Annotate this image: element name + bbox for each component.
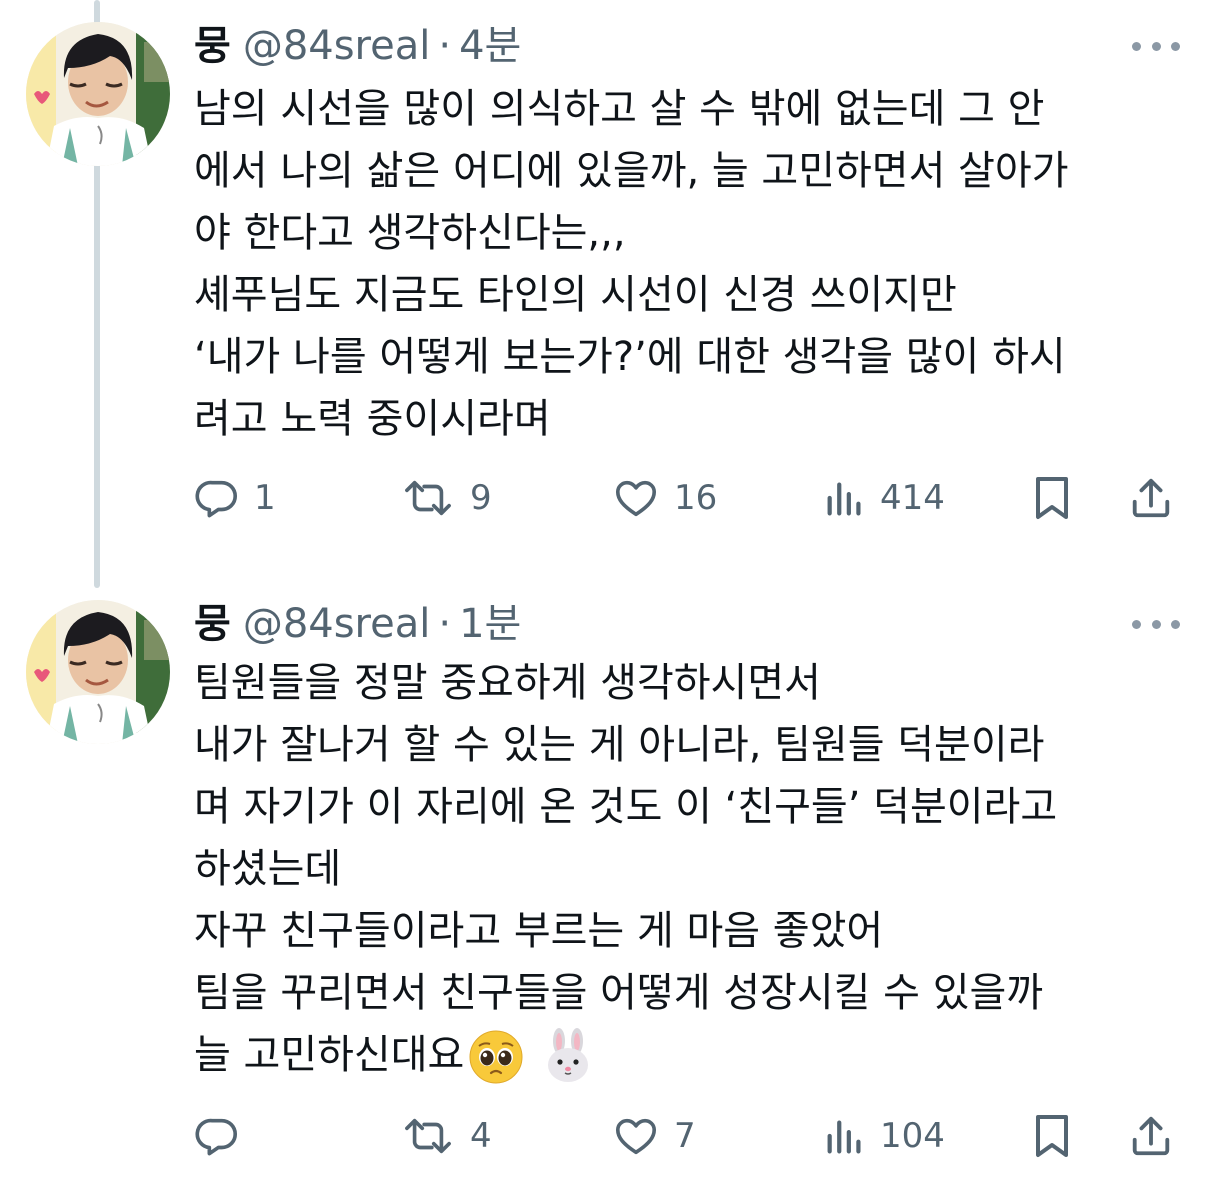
tweet-header: 뭉 @84sreal · 1분	[194, 596, 1186, 652]
views-icon	[827, 482, 861, 516]
tweet-text-line-with-emoji: 늘 고민하신대요	[194, 1024, 1184, 1086]
tweet-text-line: 셰푸님도 지금도 타인의 시선이 신경 쓰이지만	[194, 272, 957, 318]
heart-icon	[615, 480, 657, 517]
separator-dot: ·	[438, 601, 452, 647]
display-name[interactable]: 뭉	[194, 596, 231, 652]
tweet-text-line: 에서 나의 삶은 어디에 있을까, 늘 고민하면서 살아가	[194, 148, 1069, 194]
display-name[interactable]: 뭉	[194, 18, 231, 74]
tweet-text-line: 며 자기가 이 자리에 온 것도 이 ‘친구들’ 덕분이라고	[194, 784, 1058, 830]
share-icon	[1132, 478, 1170, 518]
share-button[interactable]	[1128, 1106, 1174, 1166]
bookmark-icon	[1036, 477, 1068, 519]
reply-button[interactable]: 1	[194, 468, 276, 528]
like-button[interactable]: 16	[612, 468, 717, 528]
tweet-text-line: 남의 시선을 많이 의식하고 살 수 밖에 없는데 그 안	[194, 86, 1045, 132]
rabbit-face-emoji	[548, 1028, 589, 1082]
tweet-text-line: 늘 고민하신대요	[194, 1032, 465, 1078]
avatar[interactable]	[26, 22, 170, 166]
views-count: 414	[880, 478, 945, 518]
pleading-face-emoji	[469, 1030, 523, 1084]
like-button[interactable]: 7	[612, 1106, 696, 1166]
more-icon[interactable]	[1132, 600, 1180, 648]
bookmark-icon	[1036, 1115, 1068, 1157]
tweet-text-line: ‘내가 나를 어떻게 보는가?’에 대한 생각을 많이 하시	[194, 334, 1066, 380]
tweet-text: 팀원들을 정말 중요하게 생각하시면서 내가 잘나거 할 수 있는 게 아니라,…	[194, 652, 1184, 1086]
repost-icon	[405, 1118, 451, 1154]
heart-icon	[615, 1118, 657, 1155]
timestamp[interactable]: 4분	[459, 18, 521, 74]
repost-count: 4	[470, 1116, 492, 1156]
like-count: 16	[674, 478, 718, 518]
bookmark-button[interactable]	[1030, 1106, 1074, 1166]
tweet-header: 뭉 @84sreal · 4분	[194, 18, 1186, 74]
tweet-actions: 4 7 104	[194, 1106, 1186, 1166]
views-button[interactable]: 414	[824, 468, 945, 528]
tweet-text-line: 팀원들을 정말 중요하게 생각하시면서	[194, 660, 821, 706]
avatar[interactable]	[26, 600, 170, 744]
tweet-text-line: 하셨는데	[194, 846, 342, 892]
repost-count: 9	[470, 478, 492, 518]
user-handle[interactable]: @84sreal	[243, 18, 431, 74]
reply-count: 1	[254, 478, 276, 518]
views-count: 104	[880, 1116, 945, 1156]
views-button[interactable]: 104	[824, 1106, 945, 1166]
views-icon	[827, 1120, 861, 1154]
share-button[interactable]	[1128, 468, 1174, 528]
repost-button[interactable]: 9	[400, 468, 492, 528]
repost-button[interactable]: 4	[400, 1106, 492, 1166]
like-count: 7	[674, 1116, 696, 1156]
tweet-text: 남의 시선을 많이 의식하고 살 수 밖에 없는데 그 안 에서 나의 삶은 어…	[194, 78, 1184, 450]
bookmark-button[interactable]	[1030, 468, 1074, 528]
tweet-text-line: 야 한다고 생각하신다는,,,	[194, 210, 626, 256]
tweet-text-line: 내가 잘나거 할 수 있는 게 아니라, 팀원들 덕분이라	[194, 722, 1045, 768]
repost-icon	[405, 480, 451, 516]
separator-dot: ·	[438, 23, 452, 69]
share-icon	[1132, 1116, 1170, 1156]
more-icon[interactable]	[1132, 22, 1180, 70]
tweet-actions: 1 9 16 414	[194, 468, 1186, 528]
tweet-text-line: 팀을 꾸리면서 친구들을 어떻게 성장시킬 수 있을까	[194, 970, 1044, 1016]
timestamp[interactable]: 1분	[459, 596, 521, 652]
tweet-text-line: 려고 노력 중이시라며	[194, 396, 551, 442]
user-handle[interactable]: @84sreal	[243, 596, 431, 652]
reply-icon	[195, 480, 238, 518]
tweet-text-line: 자꾸 친구들이라고 부르는 게 마음 좋았어	[194, 908, 884, 954]
reply-button[interactable]	[194, 1106, 254, 1166]
reply-icon	[195, 1118, 238, 1156]
